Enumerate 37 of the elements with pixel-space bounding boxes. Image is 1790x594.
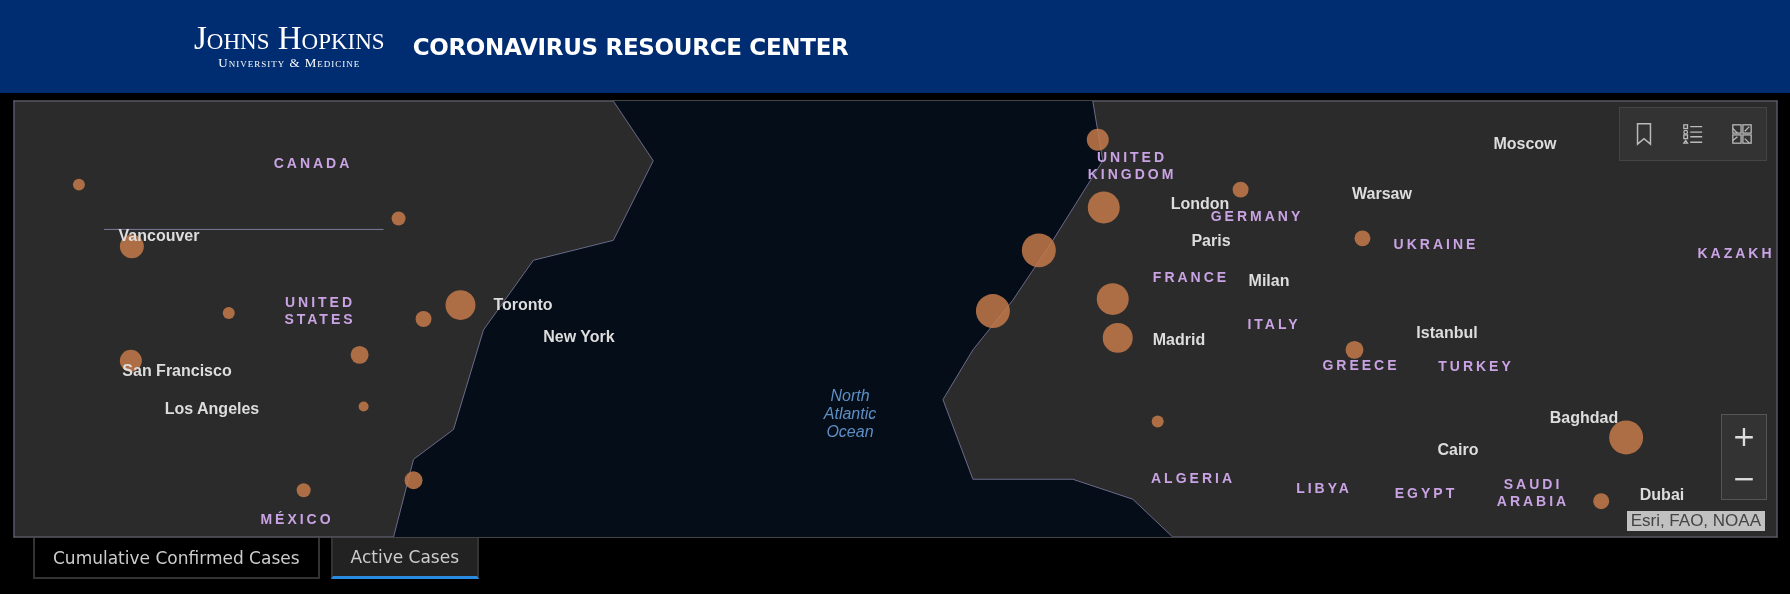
city-label: San Francisco [122,362,232,380]
city-label: Madrid [1152,331,1206,349]
city-label: Cairo [1437,441,1479,459]
city-label: Milan [1248,272,1290,290]
country-label: UNITED STATES [283,294,357,328]
country-label: EGYPT [1394,485,1458,501]
ocean-label: North Atlantic Ocean [822,387,878,441]
city-label: New York [543,328,615,346]
country-label: CANADA [273,155,353,171]
logo-wordmark[interactable]: Johns Hopkins [194,22,385,55]
city-label: Moscow [1493,135,1557,153]
layer-tab[interactable]: Active Cases [330,538,479,579]
legend-list-icon[interactable] [1682,122,1704,146]
country-label: FRANCE [1152,269,1230,285]
country-label: MÉXICO [260,511,334,527]
country-label: TURKEY [1438,358,1514,374]
city-label: Baghdad [1549,409,1619,427]
country-label: LIBYA [1296,480,1352,496]
map-attribution: Esri, FAO, NOAA [1626,511,1765,531]
basemap-grid-icon[interactable] [1730,122,1753,146]
site-title: CORONAVIRUS RESOURCE CENTER [412,33,849,60]
layer-tab[interactable]: Cumulative Confirmed Cases [33,538,320,579]
city-label: Dubai [1639,486,1685,504]
city-label: Istanbul [1416,324,1478,342]
city-label: Vancouver [118,227,200,245]
city-label: Toronto [493,296,553,314]
country-label: ITALY [1247,316,1301,332]
country-label: SAUDI ARABIA [1495,476,1571,510]
city-label: Paris [1191,232,1231,250]
city-label: Los Angeles [164,400,260,418]
country-label: ALGERIA [1151,470,1235,486]
logo-subtitle[interactable]: University & Medicine [218,55,361,71]
country-label: UKRAINE [1393,236,1479,252]
country-label: KAZAKH [1697,245,1775,261]
city-label: Warsaw [1352,185,1412,203]
country-label: GREECE [1322,357,1400,373]
country-label: UNITED KINGDOM [1086,149,1178,183]
